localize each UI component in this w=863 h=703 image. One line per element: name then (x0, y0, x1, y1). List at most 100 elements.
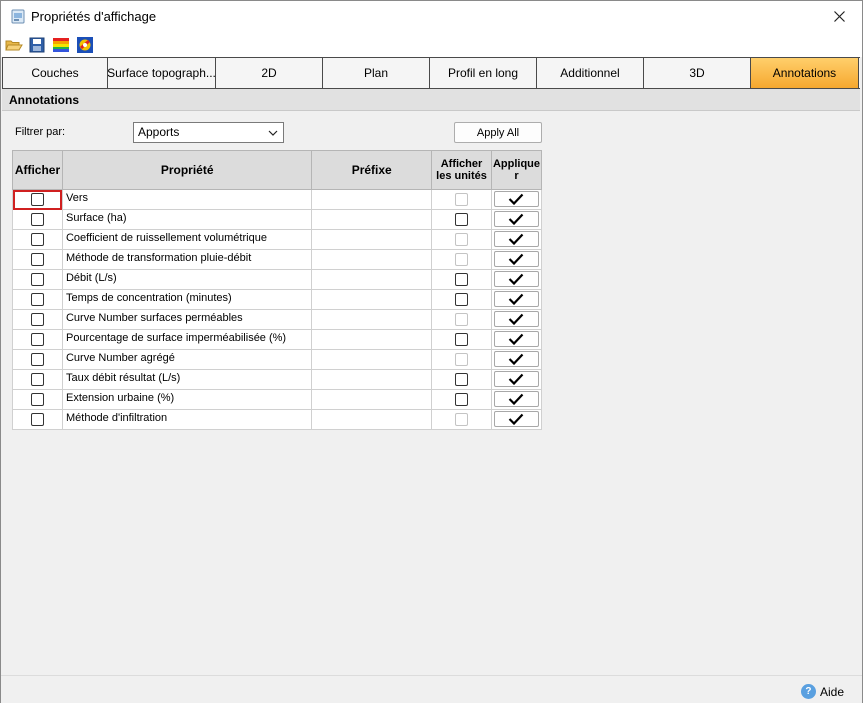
apply-button[interactable] (493, 291, 539, 307)
apply-button[interactable] (493, 211, 539, 227)
tab-1[interactable]: Surface topograph... (108, 58, 216, 88)
apply-button[interactable] (493, 231, 539, 247)
prefix-cell[interactable] (311, 209, 433, 230)
property-name: Curve Number surfaces perméables (61, 309, 313, 330)
save-icon[interactable] (28, 36, 46, 54)
property-name: Méthode d'infiltration (61, 409, 313, 430)
apply-button[interactable] (493, 351, 539, 367)
apply-all-button[interactable]: Apply All (454, 122, 542, 143)
show-checkbox[interactable] (30, 193, 44, 206)
prefix-cell[interactable] (311, 249, 433, 270)
apply-button[interactable] (493, 391, 539, 407)
property-name: Débit (L/s) (61, 269, 313, 290)
apply-cell (490, 409, 543, 430)
apply-cell (490, 209, 543, 230)
prefix-cell[interactable] (311, 409, 433, 430)
apply-cell (490, 189, 543, 210)
show-cell (12, 369, 63, 390)
toolbar (1, 32, 862, 57)
table-row: Débit (L/s) (12, 269, 543, 290)
tab-6[interactable]: 3D (644, 58, 751, 88)
checkmark-icon (509, 273, 524, 285)
tab-4[interactable]: Profil en long (430, 58, 537, 88)
table-row: Méthode de transformation pluie-débit (12, 249, 543, 270)
show-checkbox[interactable] (30, 373, 44, 386)
prefix-cell[interactable] (311, 389, 433, 410)
show-checkbox[interactable] (30, 293, 44, 306)
color-palette-icon[interactable] (52, 36, 70, 54)
prefix-cell[interactable] (311, 349, 433, 370)
table-row: Pourcentage de surface imperméabilisée (… (12, 329, 543, 350)
prefix-cell[interactable] (311, 309, 433, 330)
checkmark-icon (509, 393, 524, 405)
property-name: Taux débit résultat (L/s) (61, 369, 313, 390)
help-button[interactable]: ? Aide (800, 684, 844, 699)
show-checkbox[interactable] (30, 393, 44, 406)
show-checkbox[interactable] (30, 353, 44, 366)
checkmark-icon (509, 313, 524, 325)
show-checkbox[interactable] (30, 413, 44, 426)
table-row: Temps de concentration (minutes) (12, 289, 543, 310)
property-name: Coefficient de ruissellement volumétriqu… (61, 229, 313, 250)
prefix-cell[interactable] (311, 269, 433, 290)
property-name: Pourcentage de surface imperméabilisée (… (61, 329, 313, 350)
apply-cell (490, 289, 543, 310)
show-checkbox[interactable] (30, 273, 44, 286)
show-units-cell (431, 249, 492, 270)
close-button[interactable] (816, 1, 862, 32)
show-units-cell (431, 209, 492, 230)
show-checkbox[interactable] (30, 233, 44, 246)
filter-select[interactable]: Apports (133, 122, 284, 143)
apply-button[interactable] (493, 371, 539, 387)
show-units-checkbox[interactable] (455, 393, 469, 406)
show-units-checkbox (455, 253, 469, 266)
show-cell (12, 229, 63, 250)
apply-cell (490, 229, 543, 250)
show-units-cell (431, 409, 492, 430)
property-name: Surface (ha) (61, 209, 313, 230)
table-row: Surface (ha) (12, 209, 543, 230)
table-row: Vers (12, 189, 543, 210)
theme-settings-icon[interactable] (76, 36, 94, 54)
apply-button[interactable] (493, 251, 539, 267)
show-units-checkbox[interactable] (455, 213, 469, 226)
prefix-cell[interactable] (311, 229, 433, 250)
apply-button[interactable] (493, 271, 539, 287)
tab-3[interactable]: Plan (323, 58, 430, 88)
show-units-cell (431, 329, 492, 350)
apply-button[interactable] (493, 411, 539, 427)
window-title: Propriétés d'affichage (31, 9, 157, 24)
show-cell (12, 209, 63, 230)
header-prefix: Préfixe (311, 150, 433, 190)
section-header: Annotations (2, 89, 860, 111)
apply-button[interactable] (493, 191, 539, 207)
prefix-cell[interactable] (311, 369, 433, 390)
show-units-checkbox[interactable] (455, 273, 469, 286)
tab-7[interactable]: Annotations (751, 58, 859, 88)
tab-bar: Couches Surface topograph... 2D Plan Profil … (2, 57, 860, 89)
show-checkbox[interactable] (30, 313, 44, 326)
tab-2[interactable]: 2D (216, 58, 323, 88)
apply-button[interactable] (493, 311, 539, 327)
apply-cell (490, 269, 543, 290)
show-checkbox[interactable] (30, 213, 44, 226)
tab-5[interactable]: Additionnel (537, 58, 644, 88)
prefix-cell[interactable] (311, 329, 433, 350)
chevron-down-icon (268, 130, 278, 136)
show-units-checkbox[interactable] (455, 293, 469, 306)
show-units-checkbox[interactable] (455, 373, 469, 386)
filter-selected-value: Apports (138, 125, 180, 139)
checkmark-icon (509, 193, 524, 205)
open-folder-icon[interactable] (5, 36, 23, 54)
apply-button[interactable] (493, 331, 539, 347)
property-name: Vers (61, 189, 313, 210)
prefix-cell[interactable] (311, 289, 433, 310)
prefix-cell[interactable] (311, 189, 433, 210)
show-units-cell (431, 229, 492, 250)
show-checkbox[interactable] (30, 333, 44, 346)
property-name: Extension urbaine (%) (61, 389, 313, 410)
tab-0[interactable]: Couches (2, 58, 108, 88)
show-checkbox[interactable] (30, 253, 44, 266)
checkmark-icon (509, 253, 524, 265)
show-units-checkbox[interactable] (455, 333, 469, 346)
